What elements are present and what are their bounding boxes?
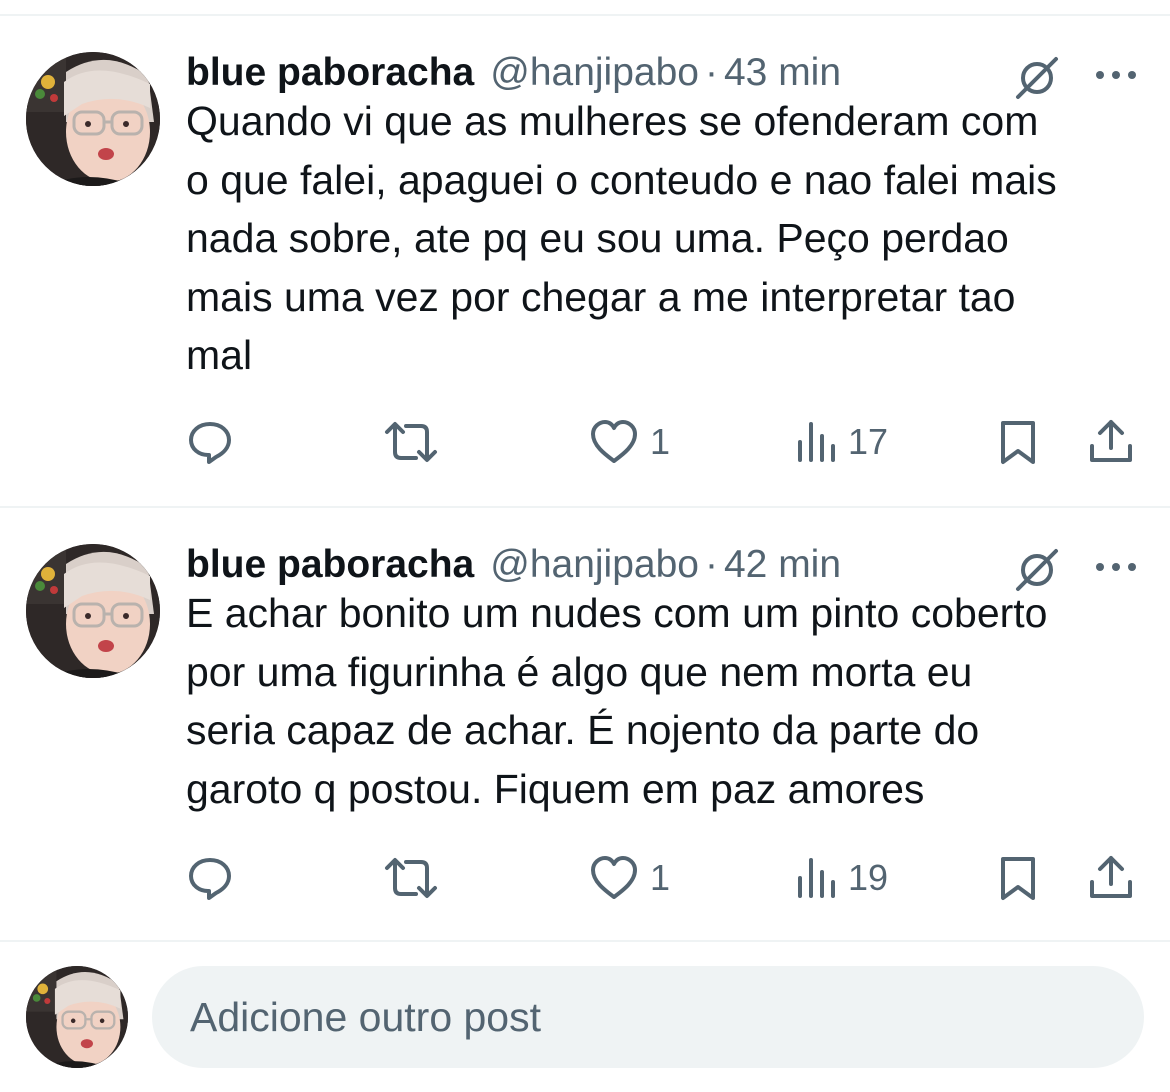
like-button[interactable]: 1 — [588, 848, 670, 908]
share-button[interactable] — [1086, 412, 1136, 472]
bookmark-button[interactable] — [996, 412, 1040, 472]
reply-button[interactable] — [186, 412, 234, 472]
compose-area: Adicione outro post — [0, 942, 1170, 1092]
bookmark-icon — [996, 418, 1040, 466]
separator-dot: · — [704, 51, 718, 94]
more-options-icon[interactable] — [1092, 552, 1140, 582]
post-actions: 1 19 — [0, 848, 1170, 908]
like-button[interactable]: 1 — [588, 412, 670, 472]
views-button[interactable]: 19 — [794, 848, 888, 908]
avatar[interactable] — [26, 544, 160, 678]
post-actions: 1 17 — [0, 412, 1170, 472]
repost-button[interactable] — [384, 412, 438, 472]
post-time[interactable]: 43 min — [724, 48, 841, 98]
post-text: Quando vi que as mulheres se ofenderam c… — [186, 98, 1057, 378]
bookmark-icon — [996, 854, 1040, 902]
repost-button[interactable] — [384, 848, 438, 908]
author-handle[interactable]: @hanjipabo — [490, 48, 699, 98]
reply-icon — [186, 418, 234, 466]
compose-input[interactable]: Adicione outro post — [152, 966, 1144, 1068]
more-options-icon[interactable] — [1092, 60, 1140, 90]
separator-dot: · — [704, 543, 718, 586]
share-button[interactable] — [1086, 848, 1136, 908]
views-button[interactable]: 17 — [794, 412, 888, 472]
reply-icon — [186, 854, 234, 902]
post-text: E achar bonito um nudes com um pinto cob… — [186, 590, 1048, 812]
avatar[interactable] — [26, 966, 128, 1068]
reply-button[interactable] — [186, 848, 234, 908]
post-header: blue paboracha @hanjipabo · 42 min — [186, 540, 841, 590]
post-time[interactable]: 42 min — [724, 540, 841, 590]
share-icon — [1086, 854, 1136, 902]
author-handle[interactable]: @hanjipabo — [490, 540, 699, 590]
bookmark-button[interactable] — [996, 848, 1040, 908]
compose-placeholder: Adicione outro post — [190, 993, 542, 1040]
author-name[interactable]: blue paboracha — [186, 48, 474, 98]
retweet-icon — [384, 418, 438, 466]
like-count: 1 — [650, 857, 671, 898]
heart-icon — [588, 418, 640, 466]
views-icon — [794, 854, 838, 902]
post-header: blue paboracha @hanjipabo · 43 min — [186, 48, 841, 98]
author-name[interactable]: blue paboracha — [186, 540, 474, 590]
heart-icon — [588, 854, 640, 902]
views-icon — [794, 418, 838, 466]
views-count: 19 — [848, 857, 889, 898]
avatar[interactable] — [26, 52, 160, 186]
like-count: 1 — [650, 421, 671, 462]
views-count: 17 — [848, 421, 889, 462]
post[interactable]: blue paboracha @hanjipabo · 43 min Quand… — [0, 16, 1170, 506]
share-icon — [1086, 418, 1136, 466]
retweet-icon — [384, 854, 438, 902]
post[interactable]: blue paboracha @hanjipabo · 42 min E ach… — [0, 508, 1170, 940]
